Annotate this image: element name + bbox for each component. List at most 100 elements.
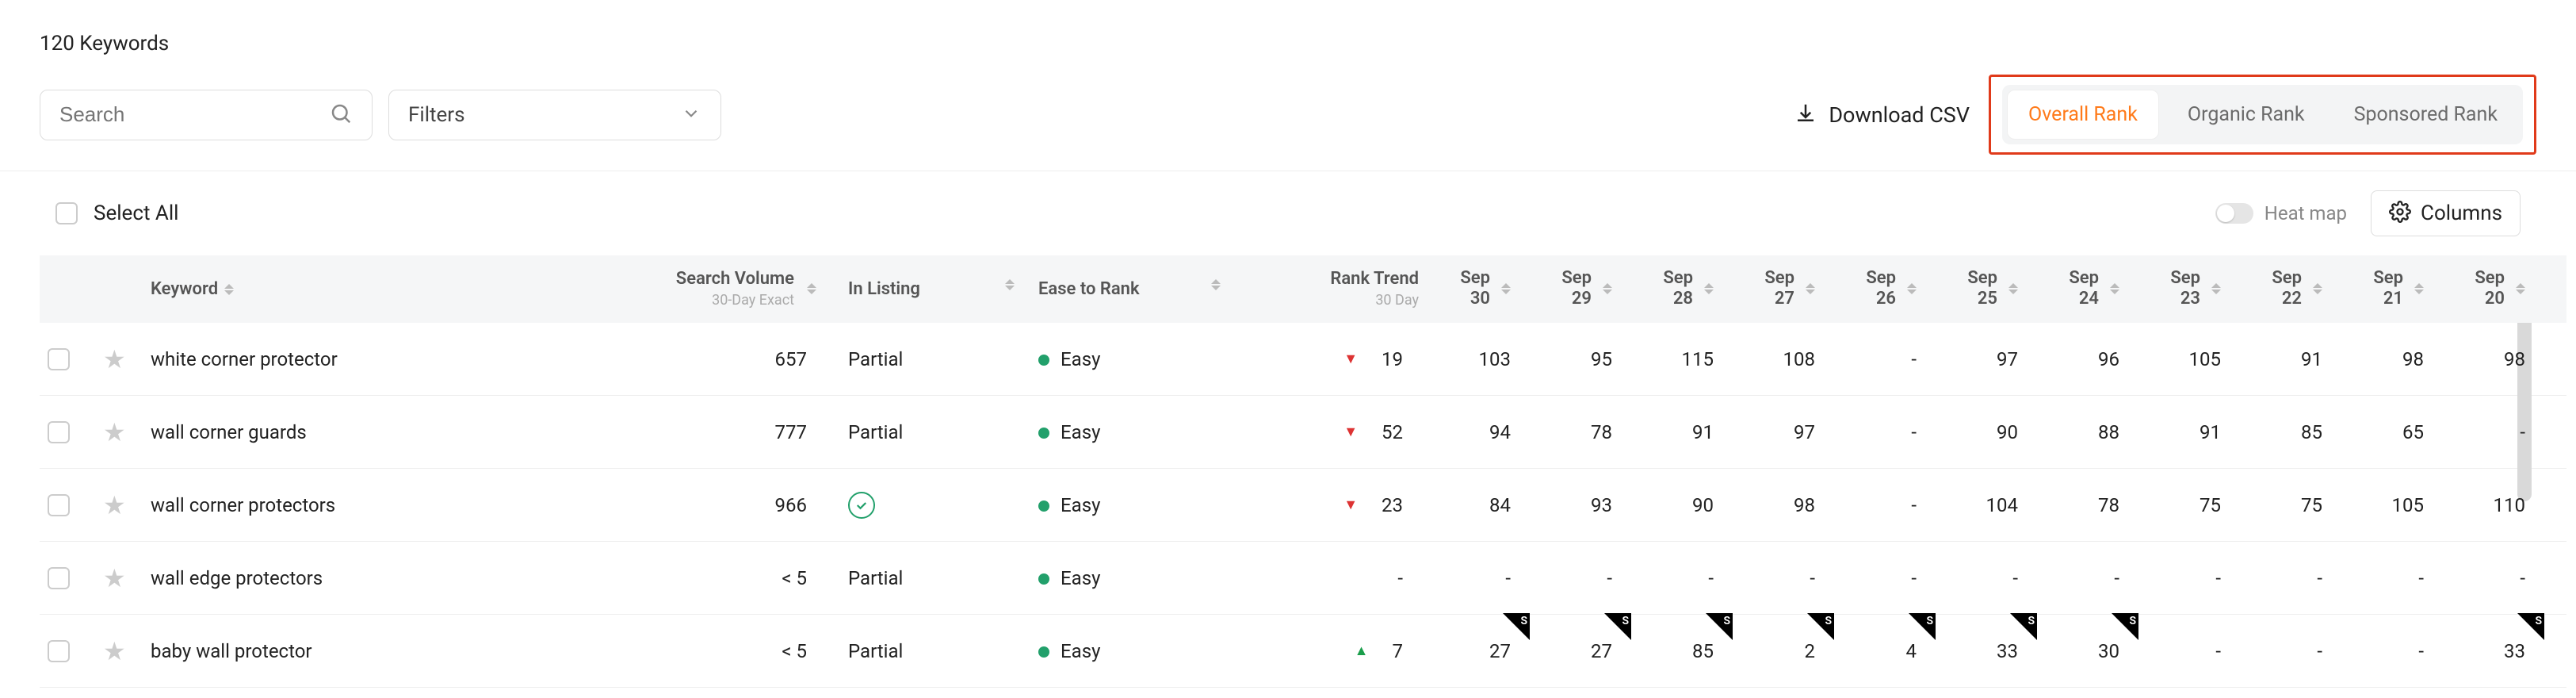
rank-cell: 84 — [1427, 469, 1528, 542]
search-icon — [329, 102, 353, 128]
trend-cell: ▼23 — [1236, 469, 1427, 542]
col-date-23[interactable]: Sep23 — [2137, 255, 2238, 323]
star-icon[interactable]: ★ — [103, 344, 126, 374]
rank-cell: - — [2137, 542, 2238, 615]
table-row: ★wall edge protectors< 5PartialEasy-----… — [40, 542, 2566, 615]
rank-cell: - — [2441, 542, 2543, 615]
rank-cell: 78 — [2035, 469, 2137, 542]
tab-overall-rank[interactable]: Overall Rank — [2007, 90, 2159, 140]
rank-cell: - — [1731, 542, 1833, 615]
columns-button[interactable]: Columns — [2371, 190, 2521, 236]
trend-cell: - — [1236, 542, 1427, 615]
table-row: ★baby wall protector< 5PartialEasy▲72727… — [40, 615, 2566, 688]
star-icon[interactable]: ★ — [103, 417, 126, 447]
rank-cell: 85 — [2238, 396, 2340, 469]
search-volume-cell: < 5 — [634, 615, 824, 688]
tab-sponsored-rank[interactable]: Sponsored Rank — [2333, 90, 2518, 139]
rank-cell: 75 — [2238, 469, 2340, 542]
col-in-listing[interactable]: In Listing — [824, 255, 1030, 323]
rank-cell: 105 — [2137, 323, 2238, 396]
rank-cell: - — [1833, 542, 1934, 615]
rank-cell: 98 — [2340, 323, 2441, 396]
gear-icon — [2389, 201, 2411, 226]
col-date-25[interactable]: Sep25 — [1934, 255, 2035, 323]
download-label: Download CSV — [1829, 102, 1970, 128]
rank-cell: 90 — [1934, 396, 2035, 469]
col-search-volume[interactable]: Search Volume30-Day Exact — [634, 255, 824, 323]
search-input[interactable] — [59, 102, 329, 127]
trend-cell: ▲7 — [1236, 615, 1427, 688]
rank-cell: 115 — [1630, 323, 1731, 396]
rank-cell: 90 — [1630, 469, 1731, 542]
sponsored-badge-icon — [1807, 613, 1834, 640]
rank-cell: 91 — [2238, 323, 2340, 396]
keyword-cell: wall corner guards — [143, 396, 634, 469]
col-date-30[interactable]: Sep30 — [1427, 255, 1528, 323]
rank-cell: - — [1427, 542, 1528, 615]
ease-cell: Easy — [1030, 615, 1236, 688]
chevron-down-icon — [681, 103, 701, 127]
row-checkbox[interactable] — [48, 494, 70, 516]
rank-cell: 105 — [2340, 469, 2441, 542]
rank-cell: 98 — [1731, 469, 1833, 542]
ease-dot-icon — [1038, 500, 1049, 512]
rank-cell: 33 — [2441, 615, 2543, 688]
rank-cell: - — [1833, 323, 1934, 396]
rank-cell: 108 — [1731, 323, 1833, 396]
rank-cell: - — [1630, 542, 1731, 615]
in-listing-cell: Partial — [824, 396, 1030, 469]
rank-cell: - — [1934, 542, 2035, 615]
col-date-28[interactable]: Sep28 — [1630, 255, 1731, 323]
col-date-24[interactable]: Sep24 — [2035, 255, 2137, 323]
star-icon[interactable]: ★ — [103, 636, 126, 666]
rank-cell: 104 — [1934, 469, 2035, 542]
select-all-checkbox[interactable] — [55, 202, 78, 224]
rank-cell: 103 — [1427, 323, 1528, 396]
tab-organic-rank[interactable]: Organic Rank — [2167, 90, 2326, 139]
rank-cell: 2 — [1731, 615, 1833, 688]
select-all-label: Select All — [94, 201, 179, 225]
download-csv-button[interactable]: Download CSV — [1794, 102, 1970, 128]
rank-cell: 96 — [2035, 323, 2137, 396]
col-date-20[interactable]: Sep20 — [2441, 255, 2543, 323]
page-title: 120 Keywords — [40, 32, 2536, 56]
col-date-26[interactable]: Sep26 — [1833, 255, 1934, 323]
row-checkbox[interactable] — [48, 640, 70, 662]
rank-cell: 85 — [1630, 615, 1731, 688]
row-checkbox[interactable] — [48, 567, 70, 589]
keywords-table: Keyword Search Volume30-Day Exact In Lis… — [40, 255, 2566, 688]
trend-up-icon: ▲ — [1355, 642, 1369, 659]
col-trend[interactable]: Rank Trend30 Day — [1236, 255, 1427, 323]
sponsored-badge-icon — [1706, 613, 1733, 640]
sponsored-badge-icon — [2517, 613, 2544, 640]
col-date-27[interactable]: Sep27 — [1731, 255, 1833, 323]
star-icon[interactable]: ★ — [103, 563, 126, 593]
col-date-21[interactable]: Sep21 — [2340, 255, 2441, 323]
table-row: ★white corner protector657PartialEasy▼19… — [40, 323, 2566, 396]
star-icon[interactable]: ★ — [103, 490, 126, 520]
filters-dropdown[interactable]: Filters — [388, 90, 721, 140]
rank-tabs: Overall Rank Organic Rank Sponsored Rank — [2002, 85, 2523, 144]
search-box[interactable] — [40, 90, 373, 140]
table-row: ★wall corner guards777PartialEasy▼529478… — [40, 396, 2566, 469]
heatmap-toggle[interactable] — [2215, 203, 2253, 224]
col-date-29[interactable]: Sep29 — [1528, 255, 1630, 323]
rank-cell: - — [2340, 542, 2441, 615]
ease-dot-icon — [1038, 428, 1049, 439]
rank-cell: 75 — [2137, 469, 2238, 542]
ease-cell: Easy — [1030, 396, 1236, 469]
sponsored-badge-icon — [1503, 613, 1530, 640]
in-listing-cell: Partial — [824, 542, 1030, 615]
col-ease[interactable]: Ease to Rank — [1030, 255, 1236, 323]
col-keyword[interactable]: Keyword — [143, 255, 634, 323]
row-checkbox[interactable] — [48, 348, 70, 370]
rank-cell: - — [2340, 615, 2441, 688]
columns-label: Columns — [2421, 201, 2502, 225]
row-checkbox[interactable] — [48, 421, 70, 443]
ease-dot-icon — [1038, 573, 1049, 585]
rank-cell: 27 — [1528, 615, 1630, 688]
rank-cell: 95 — [1528, 323, 1630, 396]
col-date-22[interactable]: Sep22 — [2238, 255, 2340, 323]
sponsored-badge-icon — [2112, 613, 2138, 640]
in-listing-cell: Partial — [824, 323, 1030, 396]
